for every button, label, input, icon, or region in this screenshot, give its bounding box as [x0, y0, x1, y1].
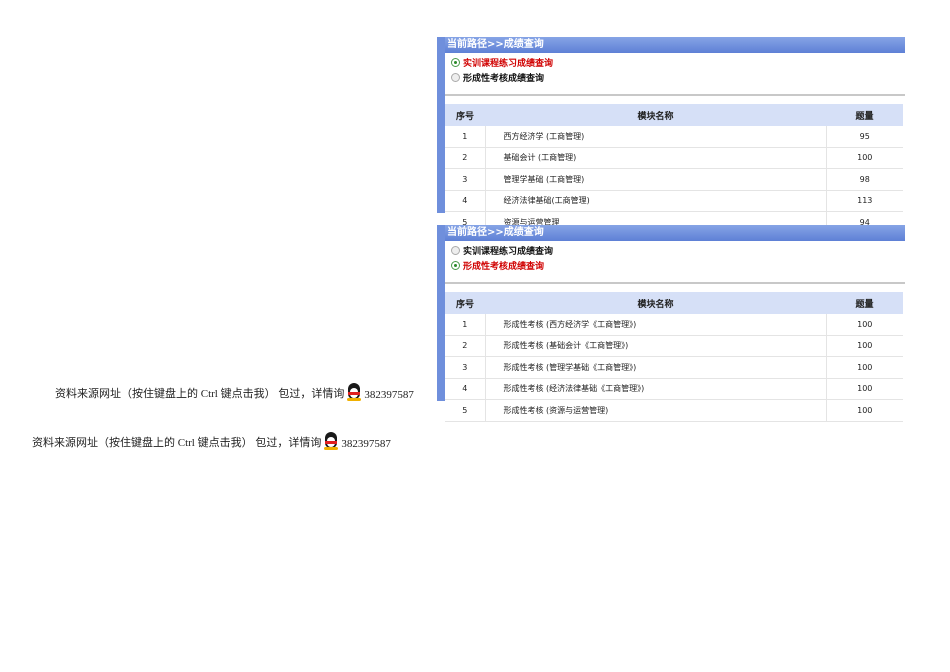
- table-row[interactable]: 1 西方经济学 (工商管理) 95: [445, 126, 903, 148]
- row-index: 1: [445, 126, 485, 148]
- row-index: 4: [445, 378, 485, 400]
- row-index: 3: [445, 168, 485, 191]
- module-name[interactable]: 形成性考核 (管理学基础《工商管理》): [484, 356, 827, 379]
- question-count: 98: [826, 168, 903, 191]
- table-row[interactable]: 2 形成性考核 (基础会计《工商管理》) 100: [445, 335, 903, 357]
- module-name[interactable]: 西方经济学 (工商管理): [484, 126, 827, 148]
- query-type-radio[interactable]: 形成性考核成绩查询: [451, 258, 905, 273]
- qq-number: 382397587: [341, 438, 391, 450]
- question-count: 100: [826, 399, 903, 422]
- grade-query-panel: 当前路径>>成绩查询 实训课程练习成绩查询 形成性考核成绩查询 序号 模块名称 题…: [437, 37, 905, 234]
- radio-icon[interactable]: [451, 261, 460, 270]
- radio-icon[interactable]: [451, 58, 460, 67]
- row-index: 2: [445, 147, 485, 169]
- module-name[interactable]: 管理学基础 (工商管理): [484, 168, 827, 191]
- col-question-count: 题量: [826, 104, 903, 126]
- question-count: 113: [826, 190, 903, 212]
- table-row[interactable]: 1 形成性考核 (西方经济学《工商管理》) 100: [445, 314, 903, 336]
- question-count: 100: [826, 356, 903, 379]
- breadcrumb: 当前路径>>成绩查询: [445, 225, 905, 241]
- query-type-radio[interactable]: 实训课程练习成绩查询: [451, 243, 905, 258]
- row-index: 1: [445, 314, 485, 336]
- radio-label: 实训课程练习成绩查询: [463, 59, 554, 69]
- qq-penguin-icon: [345, 381, 363, 401]
- qq-penguin-icon: [322, 430, 340, 450]
- module-name[interactable]: 经济法律基础(工商管理): [484, 190, 827, 212]
- question-count: 100: [826, 378, 903, 400]
- source-link[interactable]: 资料来源网址（按住键盘上的 Ctrl 键点击我） 包过，详情询: [32, 434, 321, 450]
- table-row[interactable]: 5 形成性考核 (资源与运营管理) 100: [445, 399, 903, 422]
- table-row[interactable]: 3 形成性考核 (管理学基础《工商管理》) 100: [445, 356, 903, 379]
- module-name[interactable]: 形成性考核 (基础会计《工商管理》): [484, 335, 827, 357]
- radio-label: 形成性考核成绩查询: [463, 74, 545, 84]
- radio-icon[interactable]: [451, 246, 460, 255]
- question-count: 100: [826, 314, 903, 336]
- col-module-name: 模块名称: [485, 104, 826, 126]
- query-type-radio-group: 实训课程练习成绩查询 形成性考核成绩查询: [445, 53, 905, 96]
- query-type-radio-group: 实训课程练习成绩查询 形成性考核成绩查询: [445, 241, 905, 284]
- table-row[interactable]: 3 管理学基础 (工商管理) 98: [445, 168, 903, 191]
- row-index: 2: [445, 335, 485, 357]
- col-question-count: 题量: [826, 292, 903, 314]
- question-count: 95: [826, 126, 903, 148]
- query-type-radio[interactable]: 实训课程练习成绩查询: [451, 55, 905, 70]
- source-note: 资料来源网址（按住键盘上的 Ctrl 键点击我） 包过，详情询 38239758…: [32, 430, 391, 450]
- qq-number: 382397587: [364, 389, 414, 401]
- radio-label: 实训课程练习成绩查询: [463, 247, 554, 257]
- module-table: 序号 模块名称 题量 1 西方经济学 (工商管理) 95 2 基础会计 (工商管理) 100…: [445, 104, 903, 234]
- table-header: 序号 模块名称 题量: [445, 292, 903, 314]
- col-index: 序号: [445, 104, 485, 126]
- radio-icon[interactable]: [451, 73, 460, 82]
- source-link[interactable]: 资料来源网址（按住键盘上的 Ctrl 键点击我） 包过，详情询: [55, 385, 344, 401]
- row-index: 5: [445, 399, 485, 422]
- module-name[interactable]: 基础会计 (工商管理): [484, 147, 827, 169]
- table-row[interactable]: 4 经济法律基础(工商管理) 113: [445, 190, 903, 212]
- grade-query-panel: 当前路径>>成绩查询 实训课程练习成绩查询 形成性考核成绩查询 序号 模块名称 题…: [437, 225, 905, 422]
- source-note: 资料来源网址（按住键盘上的 Ctrl 键点击我） 包过，详情询 38239758…: [55, 381, 414, 401]
- col-index: 序号: [445, 292, 485, 314]
- row-index: 4: [445, 190, 485, 212]
- radio-label: 形成性考核成绩查询: [463, 262, 545, 272]
- module-name[interactable]: 形成性考核 (西方经济学《工商管理》): [484, 314, 827, 336]
- query-type-radio[interactable]: 形成性考核成绩查询: [451, 70, 905, 85]
- module-table: 序号 模块名称 题量 1 形成性考核 (西方经济学《工商管理》) 100 2 形成性考核 …: [445, 292, 903, 422]
- module-name[interactable]: 形成性考核 (资源与运营管理): [484, 399, 827, 422]
- table-header: 序号 模块名称 题量: [445, 104, 903, 126]
- question-count: 100: [826, 147, 903, 169]
- row-index: 3: [445, 356, 485, 379]
- breadcrumb: 当前路径>>成绩查询: [445, 37, 905, 53]
- table-row[interactable]: 2 基础会计 (工商管理) 100: [445, 147, 903, 169]
- question-count: 100: [826, 335, 903, 357]
- col-module-name: 模块名称: [485, 292, 826, 314]
- module-name[interactable]: 形成性考核 (经济法律基础《工商管理》): [484, 378, 827, 400]
- table-row[interactable]: 4 形成性考核 (经济法律基础《工商管理》) 100: [445, 378, 903, 400]
